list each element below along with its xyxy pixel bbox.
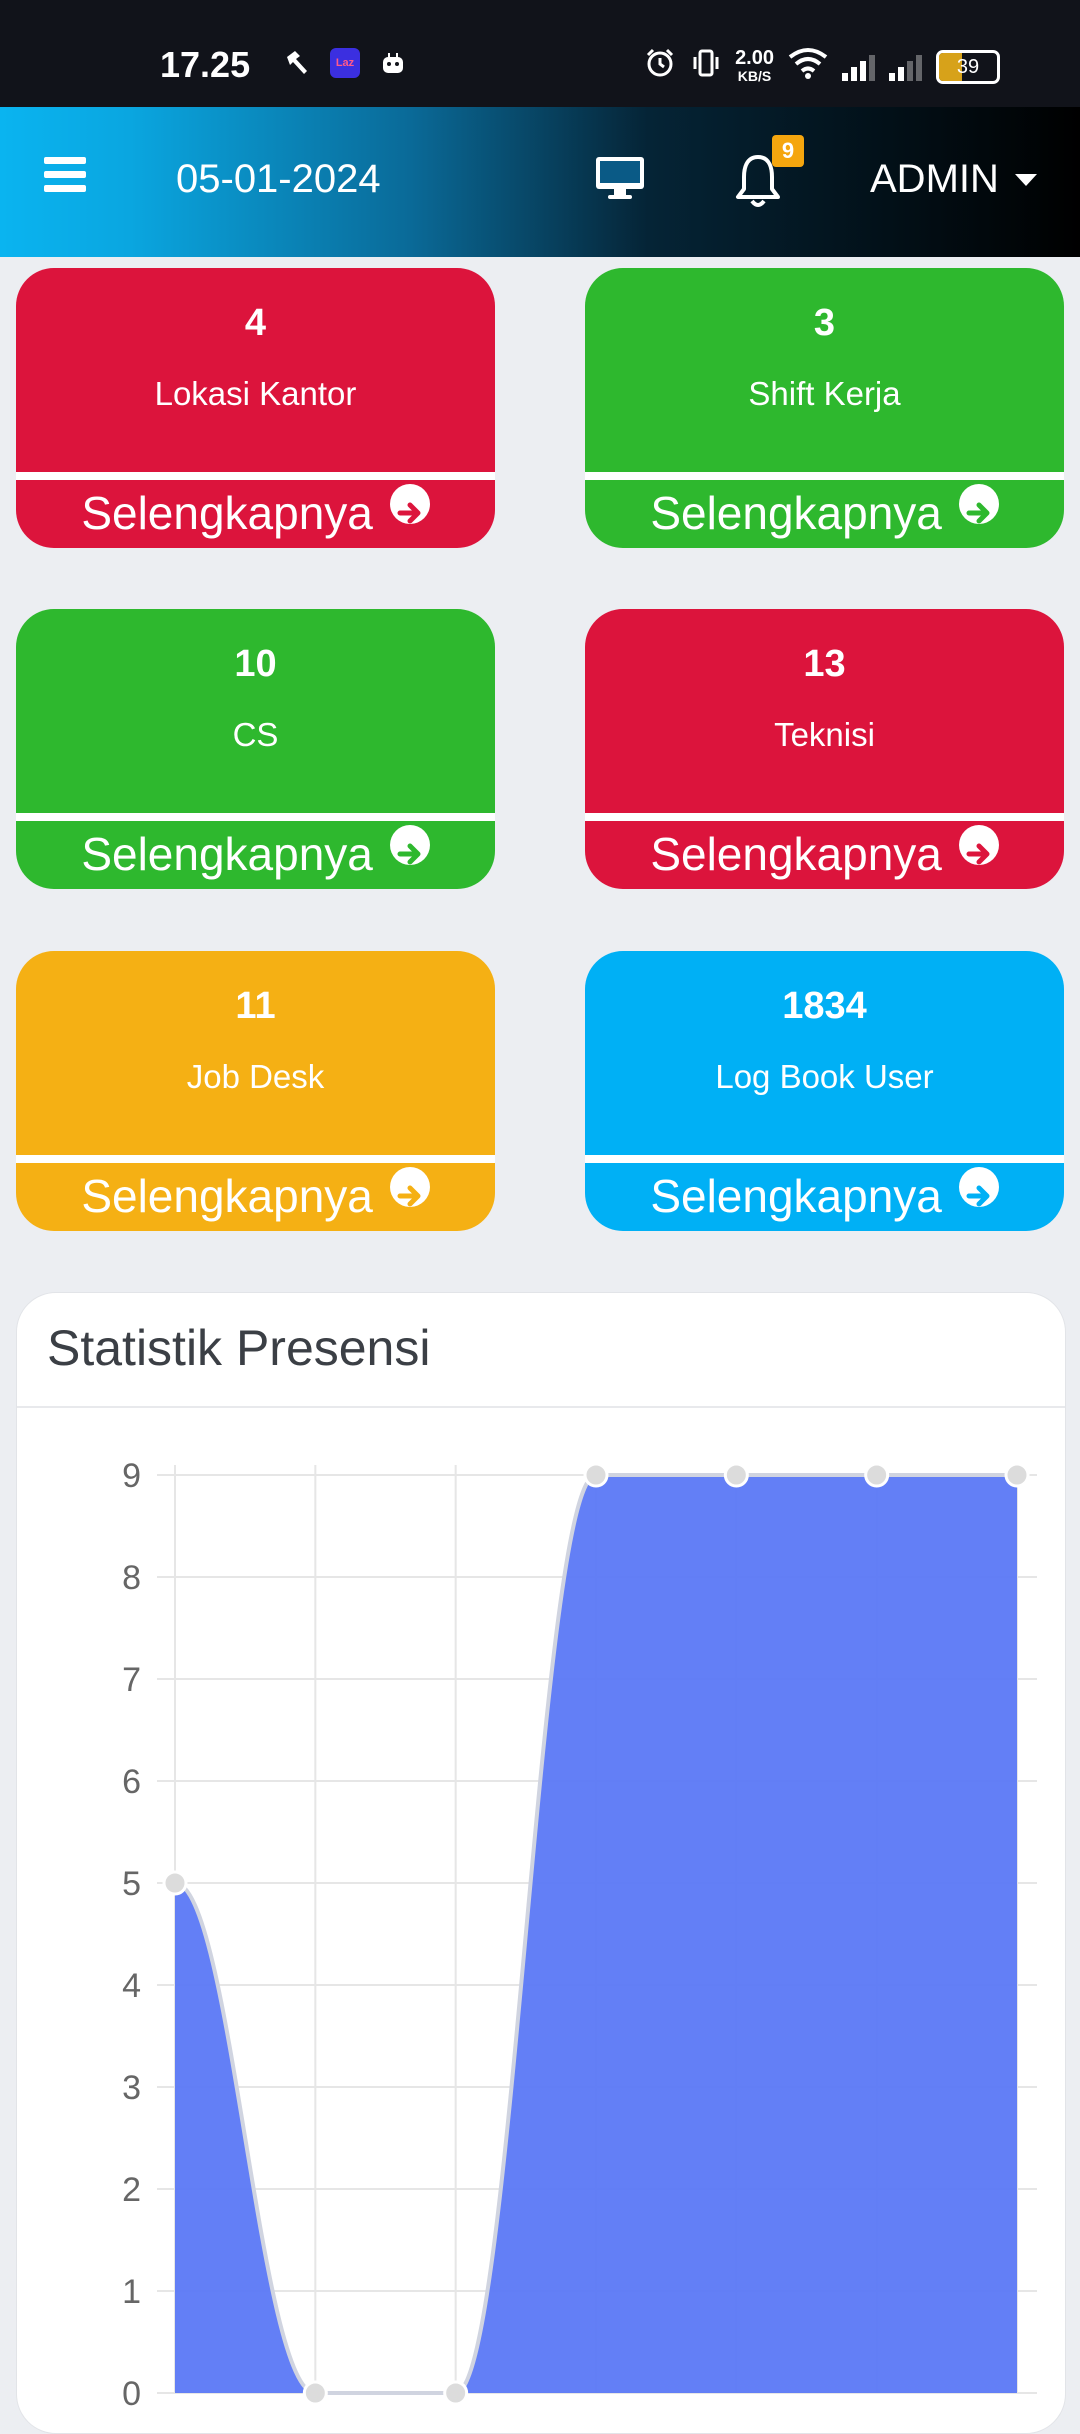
arrow-circle-right-icon xyxy=(389,1167,430,1207)
card-label: Teknisi xyxy=(774,716,875,753)
wifi-icon xyxy=(788,47,828,86)
arrow-circle-right-icon xyxy=(389,484,430,524)
data-point xyxy=(162,1870,188,1896)
hammer-icon xyxy=(282,48,312,78)
card-log-book-user: 1834 Log Book User Selengkapnya xyxy=(585,951,1064,1231)
arrow-circle-right-icon xyxy=(389,825,430,865)
more-button[interactable]: Selengkapnya xyxy=(585,821,1064,889)
battery-indicator: 39 xyxy=(936,49,1000,84)
signal-icon-2 xyxy=(889,53,922,81)
data-point xyxy=(1004,1462,1030,1488)
user-name: ADMIN xyxy=(870,157,999,201)
card-job-desk: 11 Job Desk Selengkapnya xyxy=(16,951,495,1231)
y-tick-label: 3 xyxy=(122,2069,141,2107)
arrow-circle-right-icon xyxy=(958,1167,999,1207)
data-point xyxy=(443,2380,469,2406)
notification-badge: 9 xyxy=(772,135,804,167)
y-tick-label: 8 xyxy=(122,1559,141,1597)
card-count: 11 xyxy=(235,985,276,1027)
y-tick-label: 9 xyxy=(122,1457,141,1495)
y-tick-label: 2 xyxy=(122,2171,141,2209)
data-point xyxy=(583,1462,609,1488)
arrow-circle-right-icon xyxy=(958,825,999,865)
card-count: 4 xyxy=(244,302,267,344)
series-area xyxy=(175,1475,1017,2393)
more-button[interactable]: Selengkapnya xyxy=(16,821,495,889)
statistik-panel: Statistik Presensi 0123456789 xyxy=(16,1292,1066,2434)
status-bar: 17.25 Laz 2.00 KB/S 39 xyxy=(0,0,1080,107)
arrow-circle-right-icon xyxy=(958,484,999,524)
card-label: CS xyxy=(232,716,279,753)
network-speed: 2.00 KB/S xyxy=(735,46,774,84)
alarm-icon xyxy=(643,46,677,87)
chevron-down-icon xyxy=(1014,173,1037,186)
data-point xyxy=(864,1462,890,1488)
menu-icon[interactable] xyxy=(44,157,86,193)
y-tick-label: 4 xyxy=(122,1967,141,2005)
y-tick-label: 0 xyxy=(122,2375,141,2413)
user-dropdown[interactable]: ADMIN xyxy=(870,157,1037,202)
card-cs: 10 CS Selengkapnya xyxy=(16,609,495,889)
more-button[interactable]: Selengkapnya xyxy=(16,480,495,548)
card-label: Lokasi Kantor xyxy=(154,375,357,412)
card-shift-kerja: 3 Shift Kerja Selengkapnya xyxy=(585,268,1064,548)
y-tick-label: 5 xyxy=(122,1865,141,1903)
more-button[interactable]: Selengkapnya xyxy=(585,1163,1064,1231)
vibrate-icon xyxy=(691,47,721,86)
bot-icon xyxy=(378,48,408,78)
monitor-icon[interactable] xyxy=(594,155,646,201)
card-lokasi-kantor: 4 Lokasi Kantor Selengkapnya xyxy=(16,268,495,548)
signal-icon xyxy=(842,53,875,81)
card-teknisi: 13 Teknisi Selengkapnya xyxy=(585,609,1064,889)
status-time: 17.25 xyxy=(160,44,251,85)
card-count: 13 xyxy=(803,643,846,685)
current-date: 05-01-2024 xyxy=(176,157,381,201)
card-label: Shift Kerja xyxy=(748,375,901,412)
data-point xyxy=(302,2380,328,2406)
presence-chart: 0 1 2 3 4 5 6 7 8 9 xyxy=(122,1457,1037,2413)
lazada-icon: Laz xyxy=(330,48,360,78)
y-tick-label: 1 xyxy=(122,2273,141,2311)
data-point xyxy=(723,1462,749,1488)
card-label: Log Book User xyxy=(715,1058,934,1095)
y-tick-label: 7 xyxy=(122,1661,141,1699)
card-count: 3 xyxy=(813,302,836,344)
card-count: 10 xyxy=(234,643,277,685)
y-tick-label: 6 xyxy=(122,1763,141,1801)
top-navbar: 05-01-2024 9 ADMIN xyxy=(0,107,1080,257)
more-button[interactable]: Selengkapnya xyxy=(16,1163,495,1231)
more-button[interactable]: Selengkapnya xyxy=(585,480,1064,548)
card-label: Job Desk xyxy=(186,1058,325,1095)
card-count: 1834 xyxy=(782,985,867,1027)
